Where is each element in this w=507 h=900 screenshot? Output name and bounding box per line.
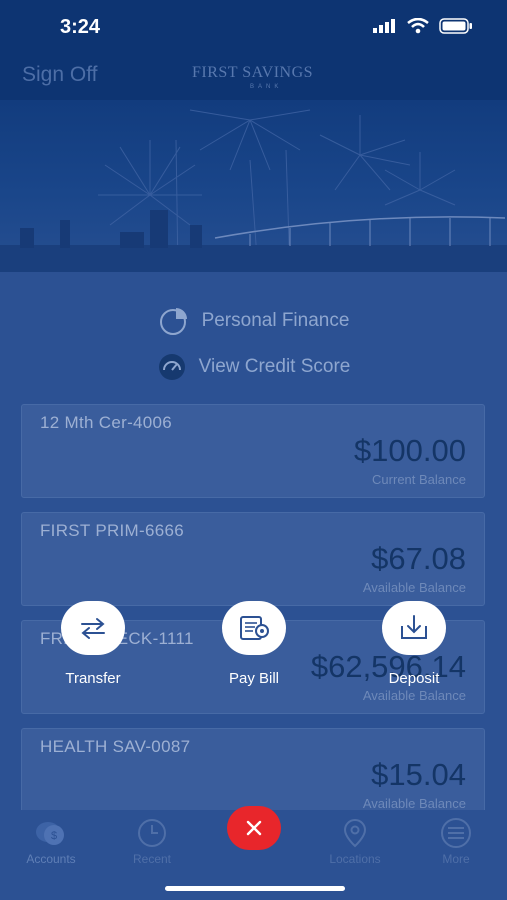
deposit-button[interactable]	[382, 601, 446, 655]
hero-banner	[0, 100, 507, 272]
svg-text:$: $	[51, 830, 57, 842]
account-amount: $100.00	[353, 433, 466, 468]
account-name: FIRST PRIM-6666	[40, 521, 185, 540]
battery-icon	[439, 18, 472, 34]
pay-bill-label: Pay Bill	[228, 670, 280, 687]
top-nav: Sign Off FIRST SAVINGS BANK	[0, 56, 507, 100]
status-icons	[373, 18, 473, 34]
home-indicator	[165, 886, 345, 891]
balance-label: Current Balance	[372, 472, 466, 487]
tab-locations-label: Locations	[329, 852, 381, 866]
balance-label: Available Balance	[362, 688, 466, 703]
close-icon	[246, 820, 262, 836]
tab-accounts-label: Accounts	[26, 852, 76, 866]
personal-finance-link[interactable]: Personal Finance	[0, 306, 507, 342]
sign-off-button[interactable]: Sign Off	[22, 63, 98, 87]
accounts-icon: $	[36, 822, 64, 845]
bill-icon	[240, 616, 269, 640]
brand-logo: FIRST SAVINGS	[192, 64, 314, 81]
personal-finance-label: Personal Finance	[201, 310, 350, 331]
credit-score-label: View Credit Score	[198, 356, 351, 377]
brand-logo-sub: BANK	[250, 84, 283, 90]
transfer-label: Transfer	[65, 670, 121, 687]
account-card[interactable]: FIRST PRIM-6666 $67.08 Available Balance	[21, 512, 485, 606]
menu-icon	[441, 818, 471, 848]
pay-bill-button[interactable]	[222, 601, 286, 655]
tab-recent[interactable]: Recent	[112, 818, 192, 866]
tab-locations[interactable]: Locations	[315, 818, 395, 866]
transfer-button[interactable]	[61, 601, 125, 655]
balance-label: Available Balance	[362, 580, 466, 595]
account-card[interactable]: 12 Mth Cer-4006 $100.00 Current Balance	[21, 404, 485, 498]
transfer-arrows-icon	[81, 618, 105, 639]
tab-more[interactable]: More	[416, 818, 496, 866]
gauge-icon	[158, 354, 185, 380]
account-amount: $15.04	[371, 757, 466, 792]
credit-score-link[interactable]: View Credit Score	[0, 352, 507, 388]
deposit-icon	[401, 615, 427, 639]
pie-chart-icon	[159, 308, 187, 335]
signal-icon	[373, 19, 395, 33]
tab-accounts[interactable]: $ Accounts	[11, 818, 91, 866]
close-menu-button[interactable]	[227, 806, 281, 850]
wifi-icon	[407, 18, 429, 34]
clock-icon	[138, 819, 166, 847]
balance-label: Available Balance	[362, 796, 466, 811]
status-bar: 3:24	[0, 0, 507, 56]
location-pin-icon	[343, 818, 367, 848]
account-name: 12 Mth Cer-4006	[40, 413, 173, 432]
account-card[interactable]: HEALTH SAV-0087 $15.04 Available Balance	[21, 728, 485, 814]
account-name: HEALTH SAV-0087	[40, 737, 191, 756]
deposit-label: Deposit	[388, 670, 440, 687]
fireworks-image	[0, 109, 507, 272]
tab-more-label: More	[442, 852, 470, 866]
tab-recent-label: Recent	[132, 852, 172, 866]
account-amount: $67.08	[371, 541, 466, 576]
status-time: 3:24	[60, 16, 101, 38]
